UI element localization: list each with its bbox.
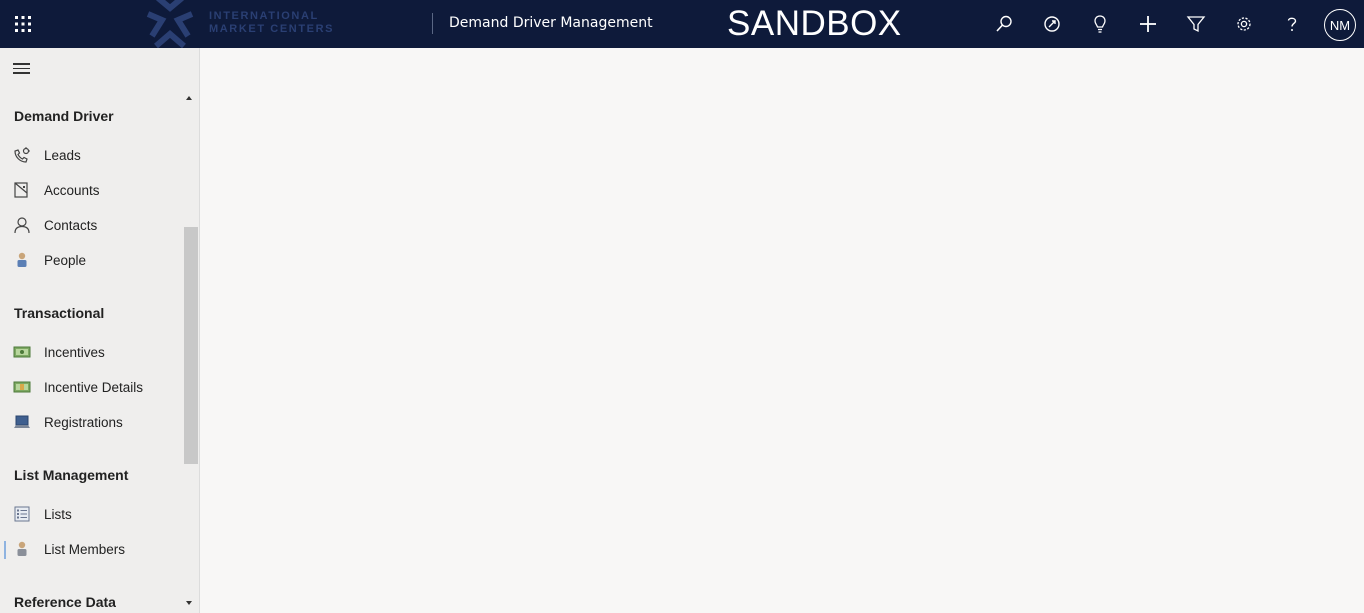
sidebar-item-label: Accounts	[44, 182, 100, 198]
main-content-area	[200, 48, 1364, 613]
group-title-reference-data: Reference Data	[14, 594, 116, 610]
search-button[interactable]	[980, 0, 1028, 48]
sidebar-item-people[interactable]: People	[0, 244, 182, 276]
sidebar-item-label: Leads	[44, 147, 81, 163]
search-icon	[996, 15, 1012, 32]
account-icon	[13, 181, 31, 199]
sidebar-item-label: Incentives	[44, 344, 105, 360]
sidebar-item-incentives[interactable]: Incentives	[0, 336, 182, 368]
settings-button[interactable]	[1220, 0, 1268, 48]
group-title-transactional: Transactional	[14, 305, 105, 321]
person-icon	[13, 251, 31, 269]
laptop-icon	[13, 413, 31, 431]
sidebar-item-label: Lists	[44, 506, 72, 522]
sidebar-item-lists[interactable]: Lists	[0, 498, 182, 530]
ideas-button[interactable]	[1076, 0, 1124, 48]
top-bar: INTERNATIONAL MARKET CENTERS Demand Driv…	[0, 0, 1364, 48]
environment-label: SANDBOX	[727, 4, 902, 43]
money-icon	[13, 343, 31, 361]
hamburger-menu-icon[interactable]	[13, 63, 31, 75]
company-logo[interactable]: INTERNATIONAL MARKET CENTERS	[140, 0, 340, 48]
sidebar-item-label: List Members	[44, 541, 126, 557]
contact-icon	[13, 216, 31, 234]
scroll-up-arrow-icon[interactable]	[186, 96, 192, 100]
sidebar-item-leads[interactable]: Leads	[0, 139, 182, 171]
sidebar-item-contacts[interactable]: Contacts	[0, 209, 182, 241]
help-button[interactable]	[1268, 0, 1316, 48]
user-avatar[interactable]: NM	[1324, 9, 1356, 41]
money-detail-icon	[13, 378, 31, 396]
sidebar-item-label: People	[44, 252, 87, 268]
group-title-list-management: List Management	[14, 467, 129, 483]
filter-button[interactable]	[1172, 0, 1220, 48]
sidebar-item-incentive-details[interactable]: Incentive Details	[0, 371, 182, 403]
person-icon	[13, 540, 31, 558]
logo-text: INTERNATIONAL MARKET CENTERS	[209, 10, 335, 35]
sidebar-item-list-members[interactable]: List Members	[0, 533, 182, 565]
sidebar-item-accounts[interactable]: Accounts	[0, 174, 182, 206]
assistant-icon	[1044, 16, 1060, 32]
logo-mark-icon	[146, 0, 194, 48]
plus-icon	[1140, 16, 1156, 32]
header-divider	[432, 13, 433, 34]
lightbulb-icon	[1094, 15, 1106, 33]
filter-icon	[1186, 16, 1206, 33]
sidebar-item-label: Contacts	[44, 217, 98, 233]
app-title[interactable]: Demand Driver Management	[449, 15, 653, 31]
scroll-down-arrow-icon[interactable]	[186, 601, 192, 605]
settings-icon	[1237, 17, 1251, 31]
sidebar-item-label: Incentive Details	[44, 379, 144, 395]
sidebar-scrollbar-thumb[interactable]	[184, 227, 198, 464]
list-icon	[13, 505, 31, 523]
sidebar-item-label: Registrations	[44, 414, 123, 430]
assistant-button[interactable]	[1028, 0, 1076, 48]
sidebar-item-registrations[interactable]: Registrations	[0, 406, 182, 438]
phone-lead-icon	[13, 146, 31, 164]
new-record-button[interactable]	[1124, 0, 1172, 48]
group-title-demand-driver: Demand Driver	[14, 108, 114, 124]
app-launcher-icon[interactable]	[14, 15, 32, 33]
help-icon	[1287, 17, 1297, 31]
sidebar: Demand Driver Leads Accounts Contacts Pe…	[0, 48, 200, 613]
